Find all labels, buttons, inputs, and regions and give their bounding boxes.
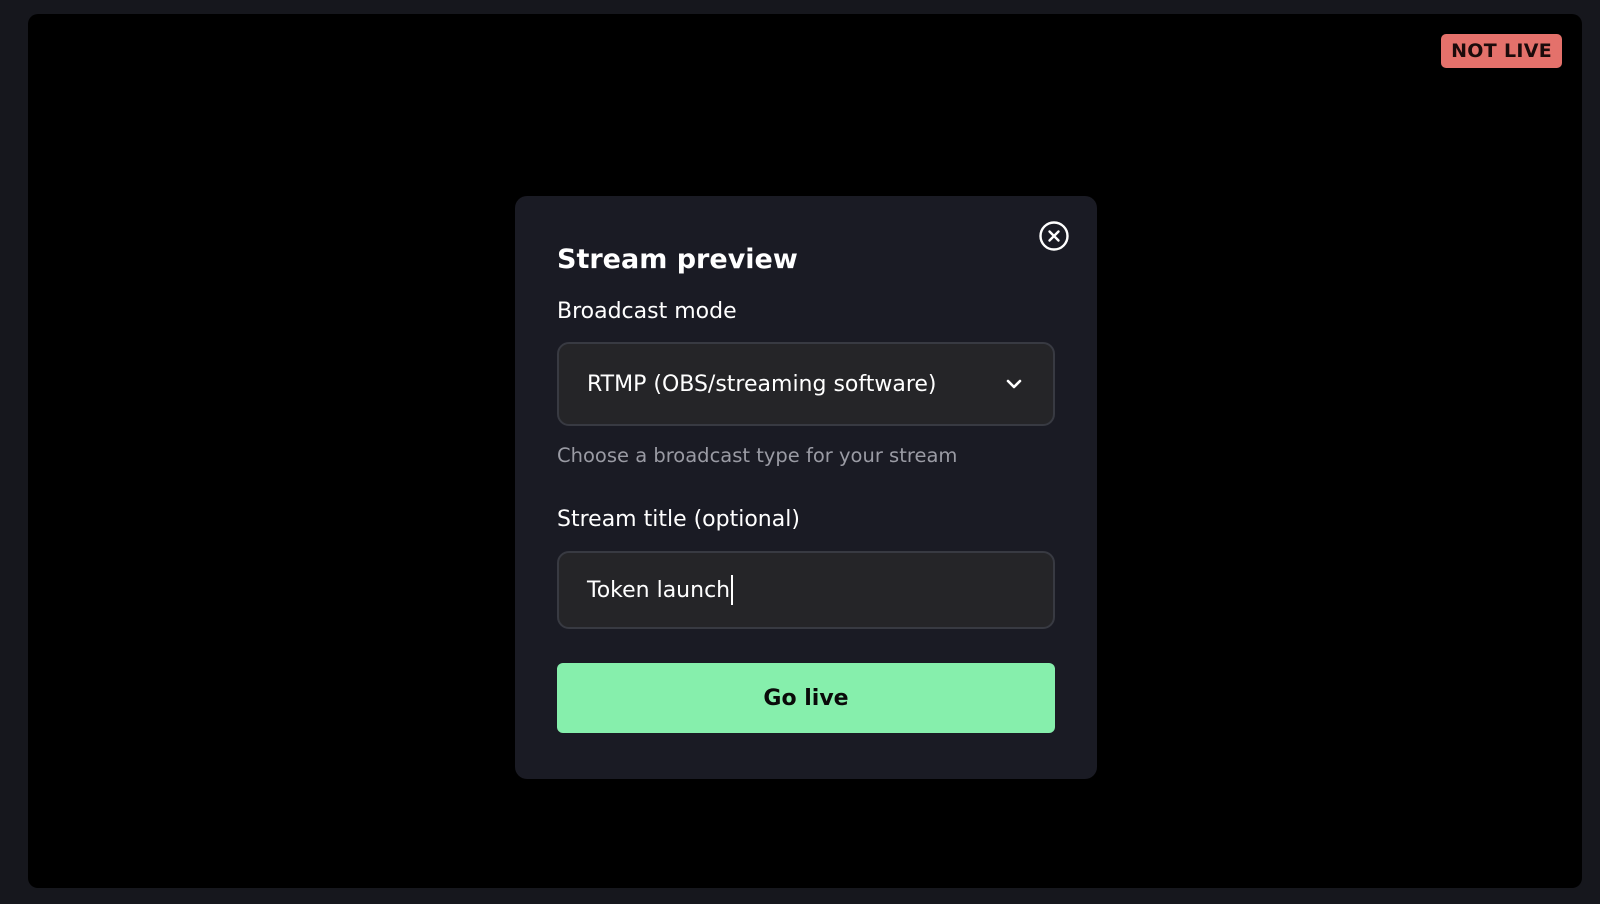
- chevron-down-icon: [1006, 379, 1022, 389]
- stream-title-input[interactable]: Token launch: [557, 551, 1055, 629]
- stream-preview-stage: NOT LIVE Stream preview Broadcast mode R…: [28, 14, 1582, 888]
- stream-preview-dialog: Stream preview Broadcast mode RTMP (OBS/…: [515, 196, 1097, 779]
- stream-title-value: Token launch: [587, 577, 731, 603]
- broadcast-mode-label: Broadcast mode: [557, 299, 737, 324]
- close-circle-icon: [1039, 221, 1069, 251]
- stream-title-label: Stream title (optional): [557, 507, 800, 532]
- broadcast-mode-value: RTMP (OBS/streaming software): [587, 371, 937, 397]
- broadcast-mode-helper-text: Choose a broadcast type for your stream: [557, 444, 958, 467]
- go-live-button[interactable]: Go live: [557, 663, 1055, 733]
- live-status-badge: NOT LIVE: [1441, 34, 1562, 68]
- broadcast-mode-select[interactable]: RTMP (OBS/streaming software): [557, 342, 1055, 426]
- close-button[interactable]: [1037, 219, 1071, 253]
- text-caret: [731, 575, 734, 605]
- dialog-title: Stream preview: [557, 244, 798, 275]
